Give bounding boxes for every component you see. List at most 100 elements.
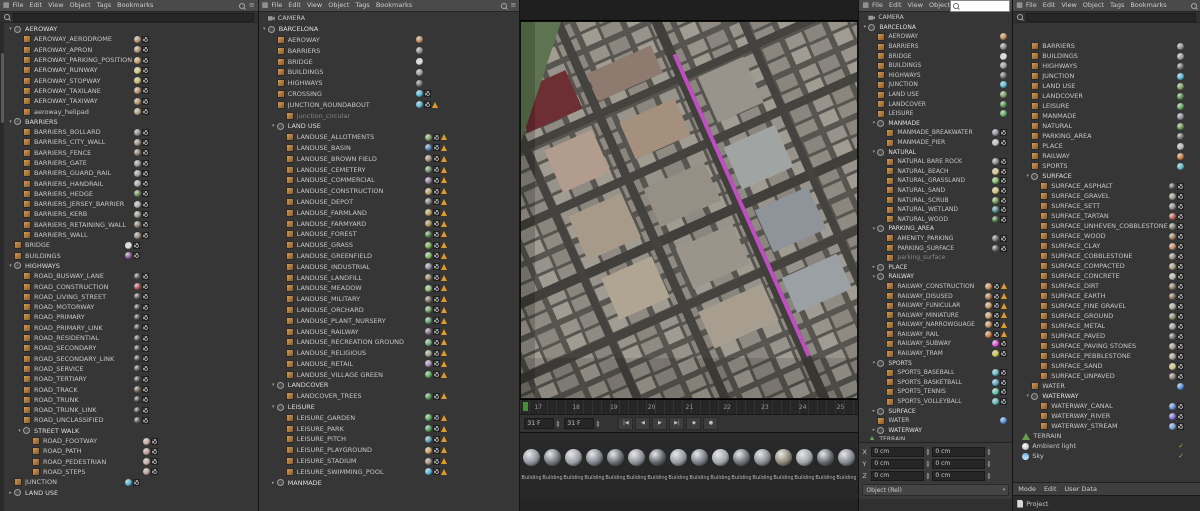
tree-item[interactable]: SPORTS_BASKETBALL — [859, 378, 1012, 388]
texture-tag-icon[interactable] — [423, 90, 431, 98]
tree-item[interactable]: NATURAL_WETLAND — [859, 205, 1012, 215]
texture-tag-icon[interactable] — [1000, 215, 1008, 223]
texture-tag-icon[interactable] — [142, 406, 149, 414]
tree-item[interactable]: ▾ SPORTS — [859, 358, 1012, 368]
texture-tag-icon[interactable] — [432, 230, 440, 238]
tree-item[interactable]: ROAD_PATH — [5, 446, 258, 456]
material-swatch[interactable] — [1177, 382, 1185, 390]
tree-item[interactable]: LAND USE — [1013, 81, 1200, 91]
tree-item[interactable]: AEROWAY_RUNWAY — [5, 65, 258, 75]
texture-tag-icon[interactable] — [432, 468, 440, 476]
tree-item[interactable]: Sky ✓ — [1013, 451, 1200, 461]
tree-item[interactable]: LANDUSE_PLANT_NURSERY — [259, 315, 520, 326]
texture-tag-icon[interactable] — [1000, 378, 1008, 386]
texture-tag-icon[interactable] — [1177, 412, 1185, 420]
tree-item[interactable]: RAILWAY — [1013, 151, 1200, 161]
expand-arrow-icon[interactable]: ▾ — [270, 123, 277, 129]
expand-arrow-icon[interactable]: ▾ — [7, 263, 14, 269]
tree-item[interactable]: ▾ SURFACE — [1013, 171, 1200, 181]
material-swatch[interactable] — [424, 284, 432, 292]
texture-tag-icon[interactable] — [432, 338, 440, 346]
material-swatch[interactable] — [134, 303, 141, 311]
scrollbar[interactable] — [0, 23, 4, 511]
texture-tag-icon[interactable] — [993, 311, 1001, 319]
tree-item[interactable]: ▾ BARRIERS — [5, 117, 258, 127]
tree-item[interactable]: SURFACE_ASPHALT — [1013, 181, 1200, 191]
material-swatch[interactable] — [992, 139, 1000, 147]
tree-item[interactable]: ▾ HIGHWAYS — [5, 261, 258, 271]
panel-grid-icon[interactable]: ▦ — [862, 0, 869, 11]
tree-item[interactable]: SPORTS_BASEBALL — [859, 368, 1012, 378]
material-swatch[interactable] — [134, 180, 141, 188]
expand-arrow-icon[interactable]: ▸ — [7, 490, 14, 496]
tree-item[interactable]: BRIDGE — [859, 51, 1012, 61]
texture-tag-icon[interactable] — [1000, 196, 1008, 204]
material-swatch[interactable] — [1177, 92, 1185, 100]
material-thumbnail[interactable]: Building — [668, 449, 688, 481]
tree-item[interactable]: WATERWAY_STREAM — [1013, 421, 1200, 431]
material-swatch[interactable] — [1169, 372, 1177, 380]
tree-item[interactable]: ROAD_PRIMARY_LINK — [5, 323, 258, 333]
search-icon[interactable] — [500, 2, 507, 9]
texture-tag-icon[interactable] — [993, 282, 1001, 290]
texture-tag-icon[interactable] — [993, 321, 1001, 329]
texture-tag-icon[interactable] — [432, 263, 440, 271]
texture-tag-icon[interactable] — [142, 149, 149, 157]
material-swatch[interactable] — [1177, 162, 1185, 170]
material-swatch[interactable] — [134, 77, 141, 85]
tree-item[interactable]: SPORTS_TENNIS — [859, 387, 1012, 397]
texture-tag-icon[interactable] — [1000, 388, 1008, 396]
texture-tag-icon[interactable] — [142, 416, 149, 424]
texture-tag-icon[interactable] — [993, 302, 1001, 310]
material-swatch[interactable] — [134, 108, 141, 116]
material-swatch[interactable] — [1177, 62, 1185, 70]
tree-item[interactable]: AEROWAY_AERODROME — [5, 34, 258, 44]
texture-tag-icon[interactable] — [423, 101, 431, 109]
material-swatch[interactable] — [134, 324, 141, 332]
tree-item[interactable]: SURFACE_EARTH — [1013, 291, 1200, 301]
tree-item[interactable]: RAILWAY_SUBWAY — [859, 339, 1012, 349]
expand-arrow-icon[interactable]: ▾ — [270, 382, 277, 388]
tree-item[interactable]: LANDUSE_ORCHARD — [259, 305, 520, 316]
texture-tag-icon[interactable] — [1177, 352, 1185, 360]
texture-tag-icon[interactable] — [142, 210, 149, 218]
texture-tag-icon[interactable] — [142, 386, 149, 394]
texture-tag-icon[interactable] — [432, 306, 440, 314]
stepper-icon[interactable]: ▲ ▼ — [595, 419, 600, 428]
material-swatch[interactable] — [1169, 332, 1177, 340]
material-swatch[interactable] — [424, 371, 432, 379]
material-thumbnail[interactable]: Building — [815, 449, 835, 481]
tree-item[interactable]: ▾ LANDCOVER — [259, 380, 520, 391]
texture-tag-icon[interactable] — [142, 97, 149, 105]
texture-tag-icon[interactable] — [1177, 232, 1185, 240]
tree-item[interactable]: LANDCOVER — [859, 99, 1012, 109]
tree-item[interactable]: LANDUSE_RECREATION GROUND — [259, 337, 520, 348]
tree-item[interactable]: AEROWAY — [859, 32, 1012, 42]
texture-tag-icon[interactable] — [151, 447, 158, 455]
material-thumbnail[interactable]: Building — [626, 449, 646, 481]
tree-item[interactable]: RAILWAY_CONSTRUCTION — [859, 282, 1012, 292]
material-thumbnail[interactable]: Building — [521, 449, 541, 481]
tree-item[interactable]: BARRIERS_GATE — [5, 158, 258, 168]
material-swatch[interactable] — [1169, 212, 1177, 220]
material-swatch[interactable] — [415, 36, 423, 44]
stepper-icon[interactable]: ▲ ▼ — [555, 419, 560, 428]
tree-item[interactable]: LANDUSE_MEADOW — [259, 283, 520, 294]
texture-tag-icon[interactable] — [1000, 398, 1008, 406]
material-swatch[interactable] — [1169, 252, 1177, 260]
tree-item[interactable]: NATURAL_GRASSLAND — [859, 176, 1012, 186]
tree-item[interactable]: ROAD_MOTORWAY — [5, 302, 258, 312]
material-swatch[interactable] — [1169, 192, 1177, 200]
material-swatch[interactable] — [415, 47, 423, 55]
expand-arrow-icon[interactable]: ▾ — [7, 119, 14, 125]
stepper-icon[interactable]: ▲ ▼ — [925, 472, 930, 480]
tree-item[interactable]: BARRIERS_WALL — [5, 230, 258, 240]
tree-item[interactable]: RAILWAY_MINIATURE — [859, 310, 1012, 320]
tree-item[interactable]: SURFACE_GROUND — [1013, 311, 1200, 321]
tree-item[interactable]: LANDUSE_DEPOT — [259, 197, 520, 208]
texture-tag-icon[interactable] — [432, 425, 440, 433]
menu-item-file[interactable]: File — [872, 0, 883, 11]
material-swatch[interactable] — [992, 234, 1000, 242]
tree-item[interactable]: ROAD_RESIDENTIAL — [5, 333, 258, 343]
tree-item[interactable]: WATERWAY_RIVER — [1013, 411, 1200, 421]
